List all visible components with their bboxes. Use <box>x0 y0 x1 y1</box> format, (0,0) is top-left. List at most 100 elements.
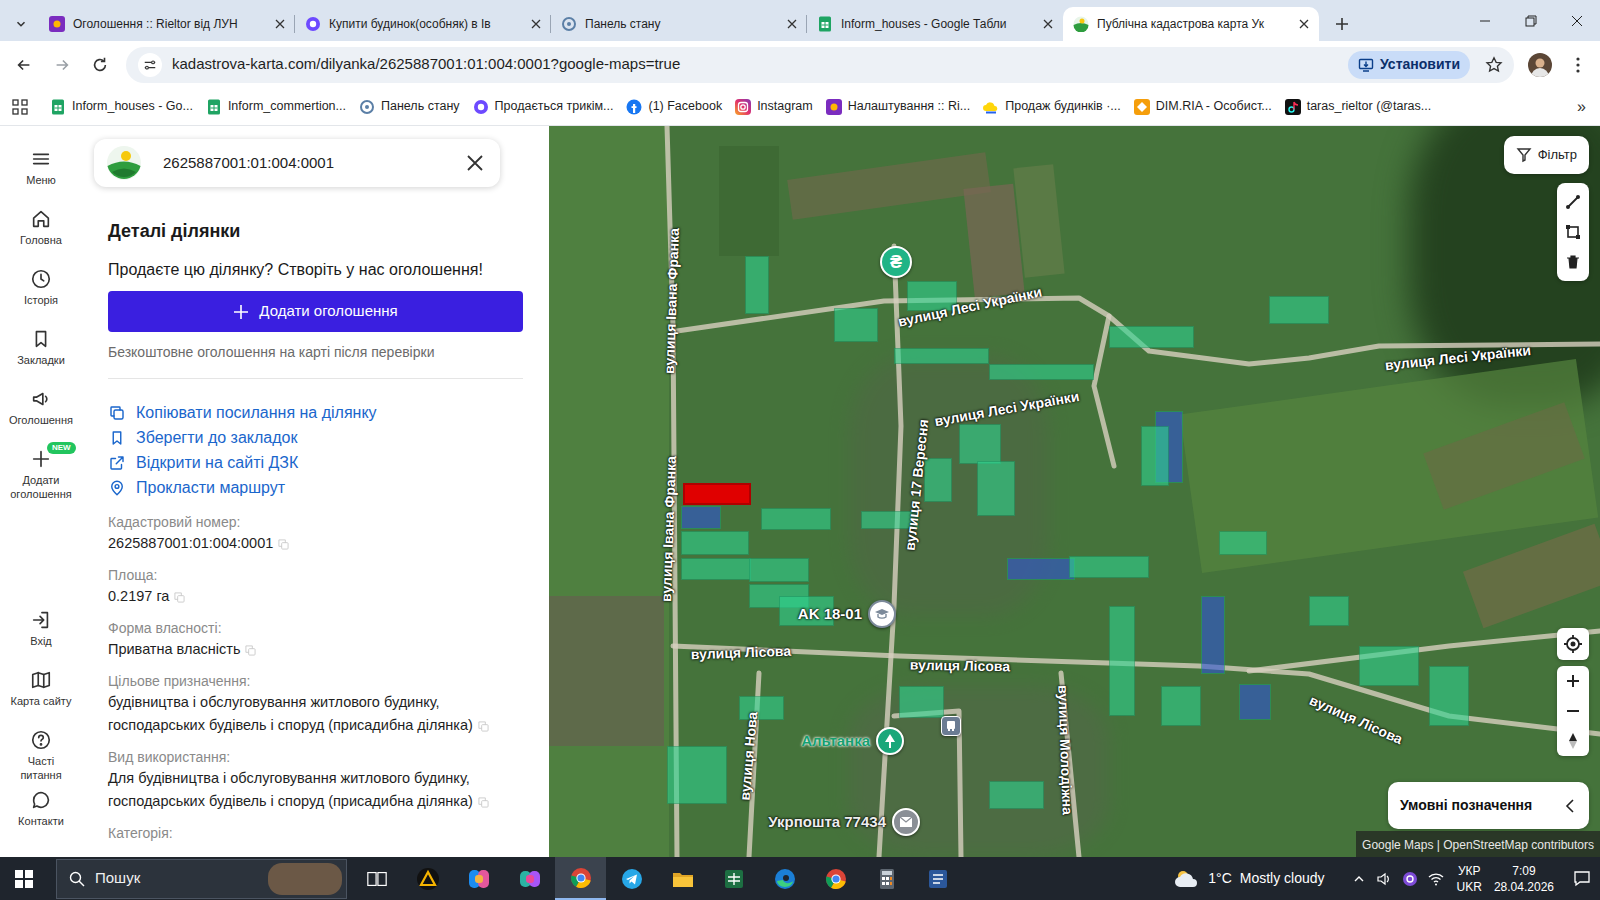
bookmark[interactable]: taras_rieltor (@taras... <box>1285 97 1432 116</box>
place-pin[interactable]: ₴ <box>880 246 912 278</box>
notifications-icon[interactable] <box>1564 870 1600 888</box>
forward-button[interactable] <box>44 47 80 83</box>
weather-widget[interactable]: 1°C Mostly cloudy <box>1174 868 1324 889</box>
speaker-icon[interactable] <box>1371 871 1397 887</box>
bookmark[interactable]: Налаштування :: Ri... <box>826 97 971 116</box>
parcel[interactable] <box>681 558 751 580</box>
nav-item[interactable]: Часті питання <box>0 723 82 783</box>
language-indicator[interactable]: УКР UKR <box>1457 863 1482 895</box>
copy-icon[interactable] <box>245 645 256 656</box>
taskbar-search[interactable]: Пошук <box>56 859 347 899</box>
legend-button[interactable]: Умовні позначення <box>1388 782 1589 829</box>
bookmark[interactable]: Панель стану <box>359 97 460 116</box>
parcel[interactable] <box>1109 606 1135 716</box>
nav-item[interactable]: Контакти <box>0 783 82 843</box>
parcel[interactable] <box>899 686 944 718</box>
polygon-icon[interactable] <box>1565 217 1581 247</box>
parcel[interactable] <box>1309 596 1349 626</box>
taskbar-app[interactable] <box>708 857 759 900</box>
parcel[interactable] <box>681 506 721 529</box>
nav-item[interactable]: Карта сайту <box>0 663 82 723</box>
compass-icon[interactable] <box>1566 726 1580 756</box>
taskbar-app[interactable] <box>912 857 963 900</box>
trash-icon[interactable] <box>1565 247 1581 277</box>
star-icon[interactable] <box>1480 56 1508 74</box>
nav-item[interactable]: Історія <box>0 262 82 322</box>
parcel[interactable] <box>749 558 809 582</box>
bookmark[interactable]: DIM.RIA - Особист... <box>1134 97 1272 116</box>
parcel[interactable] <box>761 508 831 530</box>
taskbar-app[interactable] <box>759 857 810 900</box>
copy-icon[interactable] <box>478 721 489 732</box>
browser-tab[interactable]: Публічна кадастрова карта Ук <box>1063 7 1319 41</box>
copy-icon[interactable] <box>174 592 185 603</box>
bookmark[interactable]: Продаж будинків ·... <box>983 97 1121 116</box>
bookmark[interactable]: Продається трикім... <box>473 97 614 116</box>
reload-button[interactable] <box>82 47 118 83</box>
parcel[interactable] <box>681 531 749 555</box>
taskbar-app[interactable] <box>861 857 912 900</box>
nav-item[interactable]: Оголошення <box>0 382 82 442</box>
taskbar-app[interactable] <box>606 857 657 900</box>
install-button[interactable]: Установити <box>1348 51 1470 79</box>
zoom-out-icon[interactable] <box>1566 696 1580 726</box>
taskbar-app[interactable] <box>402 857 453 900</box>
start-button[interactable] <box>0 857 48 900</box>
bookmark[interactable]: (1) Facebook <box>626 97 722 116</box>
parcel[interactable] <box>1201 596 1225 674</box>
place-pin[interactable] <box>892 808 920 836</box>
action-link[interactable]: Прокласти маршрут <box>108 475 523 500</box>
parcel[interactable] <box>959 424 1001 464</box>
copy-icon[interactable] <box>278 539 289 550</box>
nav-item[interactable]: Вхід <box>0 603 82 663</box>
clock[interactable]: 7:09 28.04.2026 <box>1494 863 1554 895</box>
minimize-button[interactable] <box>1462 0 1508 41</box>
browser-tab[interactable]: Inform_houses - Google Табли <box>807 7 1063 41</box>
close-icon[interactable] <box>466 154 484 172</box>
filter-button[interactable]: Фільтр <box>1504 136 1589 174</box>
wifi-icon[interactable] <box>1423 871 1449 887</box>
parcel[interactable] <box>894 348 989 364</box>
taskbar-app[interactable] <box>504 857 555 900</box>
bookmarks-more[interactable]: » <box>1577 95 1586 119</box>
search-chip[interactable]: 2625887001:01:004:0001 <box>94 139 500 187</box>
browser-tab[interactable]: Купити будинок(особняк) в Ів <box>295 7 551 41</box>
viber-icon[interactable] <box>1397 871 1423 887</box>
apps-grid-icon[interactable] <box>12 99 28 115</box>
back-button[interactable] <box>6 47 42 83</box>
nav-item[interactable]: Головна <box>0 202 82 262</box>
nav-item[interactable]: Меню <box>0 142 82 202</box>
copy-icon[interactable] <box>478 797 489 808</box>
place-pin[interactable] <box>876 727 904 755</box>
parcel[interactable] <box>977 461 1015 516</box>
ruler-icon[interactable] <box>1565 187 1581 217</box>
taskbar-app[interactable] <box>810 857 861 900</box>
map[interactable]: вулиця Івана Франкавулиця Івана Франкаву… <box>549 126 1600 857</box>
parcel[interactable] <box>989 781 1044 809</box>
bookmark[interactable]: Inform_houses - Go... <box>50 97 193 116</box>
parcel[interactable] <box>834 308 878 342</box>
parcel[interactable] <box>683 483 751 505</box>
parcel[interactable] <box>1269 296 1329 324</box>
maximize-button[interactable] <box>1508 0 1554 41</box>
new-tab-button[interactable] <box>1325 7 1359 41</box>
parcel[interactable] <box>1069 556 1149 578</box>
parcel[interactable] <box>1429 666 1469 726</box>
parcel[interactable] <box>1141 426 1169 486</box>
taskbar-app[interactable] <box>657 857 708 900</box>
locate-button[interactable] <box>1557 628 1589 660</box>
parcel[interactable] <box>989 364 1094 380</box>
taskbar-app[interactable] <box>453 857 504 900</box>
omnibox[interactable]: kadastrova-karta.com/dilyanka/2625887001… <box>126 47 1514 83</box>
browser-tab[interactable]: Оголошення :: Rieltor від ЛУН <box>39 7 295 41</box>
action-link[interactable]: Зберегти до закладок <box>108 425 523 450</box>
action-link[interactable]: Копіювати посилання на ділянку <box>108 400 523 425</box>
parcel[interactable] <box>1219 531 1267 555</box>
browser-menu-button[interactable] <box>1562 47 1594 83</box>
zoom-in-icon[interactable] <box>1566 666 1580 696</box>
place-pin[interactable] <box>941 716 961 736</box>
chevron-up-icon[interactable] <box>1347 873 1371 885</box>
bookmark[interactable]: Instagram <box>735 97 813 116</box>
parcel[interactable] <box>745 256 769 314</box>
nav-item[interactable]: Додати оголошенняNEW <box>0 442 82 502</box>
